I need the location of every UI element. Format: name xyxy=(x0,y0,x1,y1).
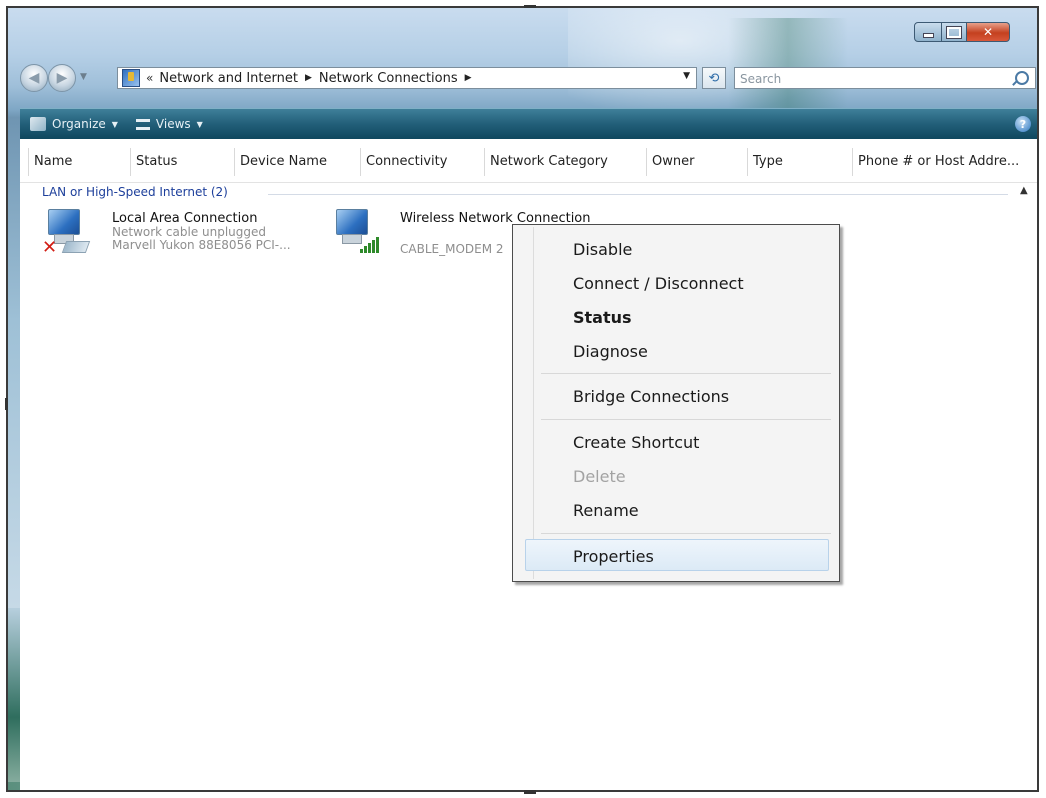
refresh-icon: ⟲ xyxy=(708,70,720,86)
connection-device: Marvell Yukon 88E8056 PCI-... xyxy=(112,238,291,252)
group-divider xyxy=(268,194,1008,195)
menu-item-status[interactable]: Status xyxy=(573,308,632,327)
column-device-name[interactable]: Device Name xyxy=(234,148,327,176)
minimize-icon xyxy=(922,32,934,38)
forward-arrow-icon: ▶ xyxy=(56,70,68,86)
refresh-button[interactable]: ⟲ xyxy=(702,67,726,89)
menu-item-bridge-connections[interactable]: Bridge Connections xyxy=(573,387,729,406)
monitor-icon xyxy=(48,209,80,235)
context-menu: Disable Connect / Disconnect Status Diag… xyxy=(512,224,840,582)
breadcrumb-network-and-internet[interactable]: Network and Internet xyxy=(159,71,298,86)
address-dropdown-icon[interactable]: ▼ xyxy=(683,71,690,81)
search-input[interactable] xyxy=(735,69,1002,89)
network-cable-icon xyxy=(61,241,91,253)
maximize-icon xyxy=(947,26,961,38)
recent-pages-dropdown[interactable]: ▼ xyxy=(80,72,87,82)
views-menu[interactable]: Views ▼ xyxy=(135,109,203,139)
menu-hover-highlight xyxy=(525,539,829,571)
maximize-button[interactable] xyxy=(942,22,967,42)
control-panel-icon xyxy=(122,69,140,87)
organize-label: Organize xyxy=(52,117,106,131)
menu-separator xyxy=(541,373,831,374)
local-area-connection-item[interactable]: ✕ Local Area Connection Network cable un… xyxy=(42,209,342,269)
close-button[interactable]: ✕ xyxy=(967,22,1010,42)
close-icon: ✕ xyxy=(982,25,994,39)
column-network-category[interactable]: Network Category xyxy=(484,148,608,176)
menu-item-rename[interactable]: Rename xyxy=(573,501,639,520)
connection-name: Local Area Connection xyxy=(112,211,258,226)
navigation-bar: ◀ ▶ ▼ « Network and Internet ▶ Network C… xyxy=(20,62,1037,92)
column-phone-or-host[interactable]: Phone # or Host Addre... xyxy=(851,148,1019,176)
column-status[interactable]: Status xyxy=(129,148,177,176)
collapse-group-icon[interactable]: ▲ xyxy=(1020,185,1028,196)
monitor-base-icon xyxy=(342,234,362,244)
menu-separator xyxy=(541,419,831,420)
views-label: Views xyxy=(155,117,191,131)
menu-item-delete[interactable]: Delete xyxy=(573,467,626,486)
menu-item-connect-disconnect[interactable]: Connect / Disconnect xyxy=(573,274,744,293)
organize-menu[interactable]: Organize ▼ xyxy=(30,109,118,139)
menu-separator xyxy=(541,533,831,534)
column-owner[interactable]: Owner xyxy=(645,148,694,176)
column-type[interactable]: Type xyxy=(747,148,783,176)
frame-marker-bottom xyxy=(524,790,536,794)
command-bar: Organize ▼ Views ▼ ? xyxy=(20,108,1037,139)
monitor-icon xyxy=(336,209,368,235)
help-icon[interactable]: ? xyxy=(1015,116,1031,132)
dropdown-arrow-icon: ▼ xyxy=(196,119,203,129)
group-header[interactable]: LAN or High-Speed Internet (2) xyxy=(42,185,228,199)
network-adapter-icon: ✕ xyxy=(42,209,91,257)
organize-icon xyxy=(30,117,46,131)
address-bar[interactable]: « Network and Internet ▶ Network Connect… xyxy=(117,67,697,89)
search-icon[interactable] xyxy=(1015,71,1029,85)
connection-details: Local Area Connection Network cable unpl… xyxy=(112,211,291,252)
dropdown-arrow-icon: ▼ xyxy=(111,119,118,129)
minimize-button[interactable] xyxy=(914,22,942,42)
menu-item-diagnose[interactable]: Diagnose xyxy=(573,342,648,361)
column-name[interactable]: Name xyxy=(27,148,72,176)
signal-strength-icon xyxy=(360,237,380,253)
column-connectivity[interactable]: Connectivity xyxy=(359,148,447,176)
back-button[interactable]: ◀ xyxy=(20,64,48,92)
search-box xyxy=(734,67,1036,89)
breadcrumb-arrow-icon[interactable]: ▶ xyxy=(305,73,312,83)
back-arrow-icon: ◀ xyxy=(28,70,40,86)
menu-item-create-shortcut[interactable]: Create Shortcut xyxy=(573,433,699,452)
menu-item-disable[interactable]: Disable xyxy=(573,240,632,259)
views-icon xyxy=(135,118,150,130)
address-overflow[interactable]: « xyxy=(146,71,153,85)
column-headers: Name Status Device Name Connectivity Net… xyxy=(20,146,1037,183)
wireless-adapter-icon xyxy=(330,209,379,253)
window-controls: ✕ xyxy=(914,22,1010,42)
menu-icon-gutter xyxy=(533,227,534,579)
breadcrumb-arrow-icon[interactable]: ▶ xyxy=(465,73,472,83)
menu-item-properties[interactable]: Properties xyxy=(573,547,654,566)
breadcrumb-network-connections[interactable]: Network Connections xyxy=(319,71,458,86)
forward-button[interactable]: ▶ xyxy=(48,64,76,92)
disconnected-x-icon: ✕ xyxy=(42,237,58,258)
